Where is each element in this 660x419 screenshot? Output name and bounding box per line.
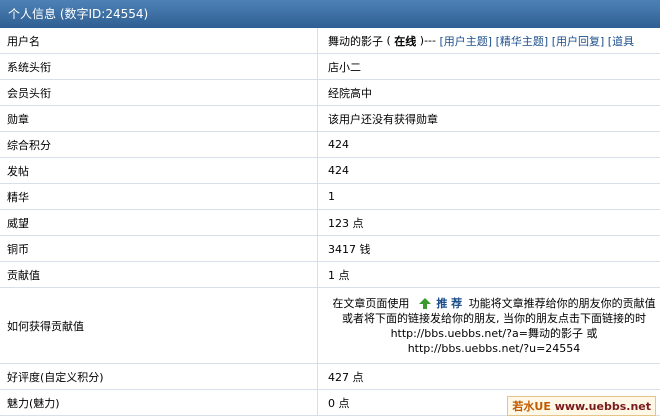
online-status: 在线 (394, 34, 417, 48)
row-label: 贡献值 (0, 262, 318, 287)
items-link[interactable]: [道具 (608, 33, 634, 49)
referral-link-id[interactable]: http://bbs.uebbs.net/?u=24554 (408, 341, 581, 356)
row-label: 精华 (0, 184, 318, 209)
table-row-username: 用户名 舞动的影子 ( 在线 )--- [用户主题] [精华主题] [用户回复]… (0, 28, 660, 54)
row-label: 综合积分 (0, 132, 318, 157)
row-value: 1 (328, 190, 335, 203)
table-row: 好评度(自定义积分) 427 点 (0, 364, 660, 390)
recommend-icon (418, 297, 431, 309)
row-label: 威望 (0, 210, 318, 235)
contribution-line-1: 在文章页面使用 推 荐 功能将文章推荐给你的朋友你的贡献值 (332, 296, 655, 311)
username[interactable]: 舞动的影子 (328, 33, 383, 49)
user-topics-link[interactable]: [用户主题] (440, 33, 493, 49)
row-value: 3417 钱 (328, 242, 371, 256)
row-value: 1 点 (328, 268, 350, 282)
contribution-text: 功能将文章推荐给你的朋友你的贡献值 (468, 296, 656, 310)
referral-link-name[interactable]: http://bbs.uebbs.net/?a=舞动的影子 或 (391, 326, 598, 341)
table-row-contribution: 如何获得贡献值 在文章页面使用 推 荐 功能将文章推荐给你的朋友你的贡献值 或者… (0, 288, 660, 364)
contribution-line-2: 或者将下面的链接发给你的朋友, 当你的朋友点击下面链接的时 (342, 311, 646, 325)
row-label: 会员头衔 (0, 80, 318, 105)
site-watermark: 若水UE www.uebbs.net (507, 396, 656, 416)
row-value: 427 点 (328, 370, 364, 384)
row-label: 用户名 (0, 28, 318, 53)
paren-close: )--- (416, 34, 440, 47)
row-value: 舞动的影子 ( 在线 )--- [用户主题] [精华主题] [用户回复] [道具 (319, 28, 660, 53)
row-label: 勋章 (0, 106, 318, 131)
row-value: 店小二 (328, 60, 361, 74)
row-value: 该用户还没有获得勋章 (328, 112, 438, 126)
table-row: 铜币 3417 钱 (0, 236, 660, 262)
watermark-url: www.uebbs.net (554, 400, 651, 413)
essence-topics-link[interactable]: [精华主题] (496, 33, 549, 49)
row-value: 123 点 (328, 216, 364, 230)
table-row: 系统头衔 店小二 (0, 54, 660, 80)
table-row: 精华 1 (0, 184, 660, 210)
row-value: 经院高中 (328, 86, 372, 100)
row-label: 系统头衔 (0, 54, 318, 79)
row-value: 424 (328, 138, 349, 151)
row-label: 如何获得贡献值 (0, 288, 318, 363)
row-label: 魅力(魅力) (0, 390, 318, 415)
watermark-brand: 若水UE (512, 400, 551, 413)
table-row: 贡献值 1 点 (0, 262, 660, 288)
table-row: 发帖 424 (0, 158, 660, 184)
row-value: 424 (328, 164, 349, 177)
row-label: 好评度(自定义积分) (0, 364, 318, 389)
panel-title: 个人信息 (数字ID:24554) (0, 0, 660, 28)
paren-open: ( (383, 34, 395, 47)
row-label: 铜币 (0, 236, 318, 261)
table-row: 威望 123 点 (0, 210, 660, 236)
recommend-label[interactable]: 推 荐 (436, 297, 462, 310)
row-value: 在文章页面使用 推 荐 功能将文章推荐给你的朋友你的贡献值 或者将下面的链接发给… (319, 288, 660, 363)
row-label: 发帖 (0, 158, 318, 183)
table-row: 勋章 该用户还没有获得勋章 (0, 106, 660, 132)
user-replies-link[interactable]: [用户回复] (552, 33, 605, 49)
table-row: 综合积分 424 (0, 132, 660, 158)
contribution-text: 在文章页面使用 (332, 296, 410, 310)
table-row: 会员头衔 经院高中 (0, 80, 660, 106)
